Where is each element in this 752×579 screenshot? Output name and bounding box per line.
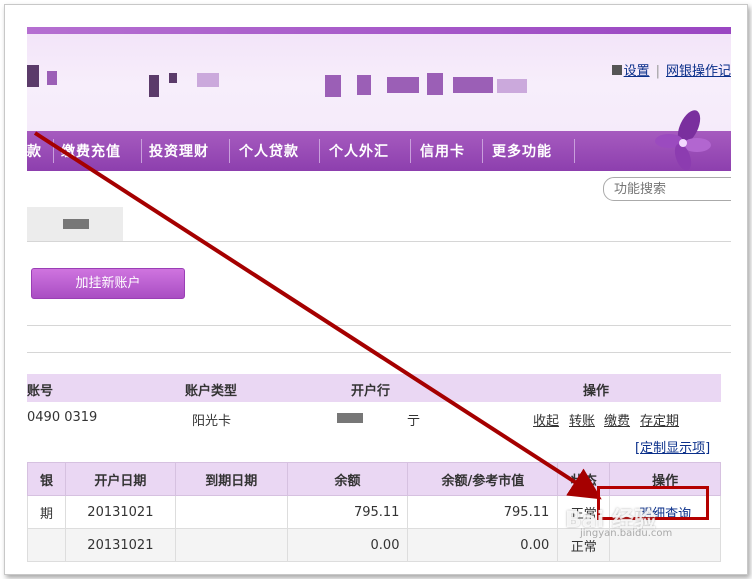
screenshot-frame: 设置 | 网银操作记 款 缴费充值 投资理财 个人贷款 个人外汇 信用卡 更多功能 xyxy=(4,4,748,575)
watermark-url: jingyan.baidu.com xyxy=(580,528,673,539)
